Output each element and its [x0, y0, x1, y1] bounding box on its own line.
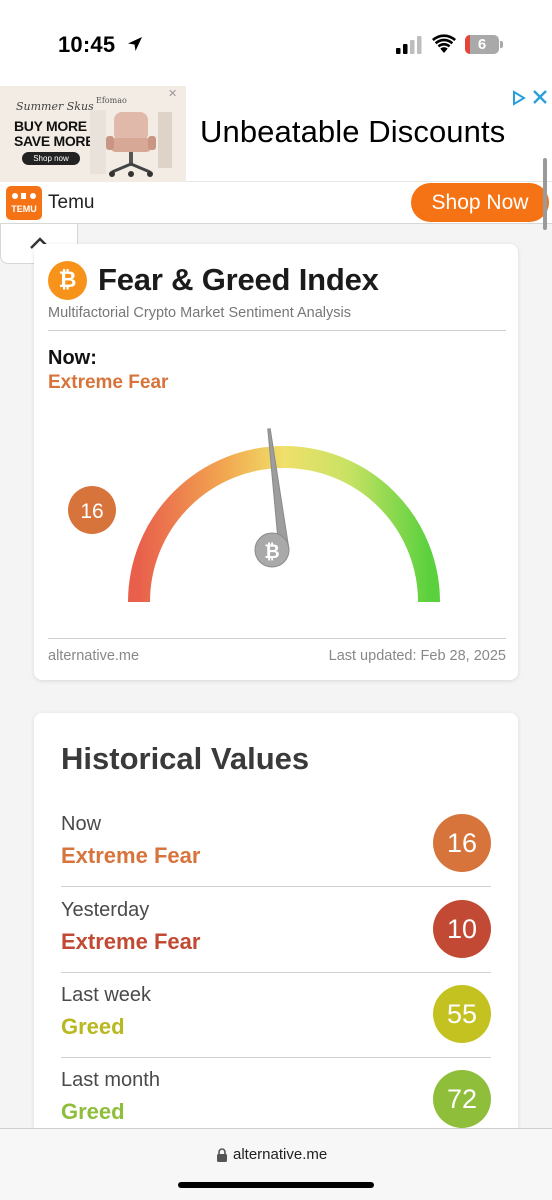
- history-classification: Extreme Fear: [61, 843, 201, 868]
- history-classification: Extreme Fear: [61, 929, 201, 954]
- ad-close-icon[interactable]: [532, 88, 548, 106]
- battery-level: 6: [477, 36, 487, 53]
- section-title: Historical Values: [61, 741, 310, 776]
- ad-image[interactable]: Summer Skus BUY MORE SAVE MORE Shop now …: [0, 86, 186, 182]
- browser-address-bar[interactable]: alternative.me: [0, 1128, 552, 1200]
- history-row-last-week: Last week Greed 55: [61, 972, 491, 1058]
- history-label: Last month: [61, 1069, 160, 1091]
- adchoices-icon[interactable]: [511, 90, 527, 106]
- advertiser-name: Temu: [48, 192, 95, 213]
- bitcoin-icon: ₿: [48, 261, 87, 300]
- temu-logo-text: TEMU: [11, 204, 37, 214]
- gauge-value: 16: [80, 500, 103, 523]
- history-row-yesterday: Yesterday Extreme Fear 10: [61, 887, 491, 973]
- history-label: Last week: [61, 984, 152, 1006]
- fear-greed-gauge: ₿ 16: [68, 428, 440, 603]
- scroll-indicator: [543, 158, 547, 230]
- historical-values-card: Historical Values Now Extreme Fear 16 Ye…: [34, 713, 518, 1143]
- ad-banner[interactable]: Summer Skus BUY MORE SAVE MORE Shop now …: [0, 86, 552, 182]
- lock-icon: [217, 1148, 227, 1162]
- ad-image-shop-button[interactable]: Shop now: [22, 152, 80, 165]
- needle-hub-symbol: ₿: [264, 541, 279, 563]
- location-arrow-icon: [128, 37, 142, 51]
- ad-brand-text: Efomao: [96, 96, 127, 105]
- url-text[interactable]: alternative.me: [233, 1146, 327, 1163]
- history-classification: Greed: [61, 1014, 125, 1039]
- history-value-badge: 16: [433, 814, 491, 872]
- battery-icon: 6: [465, 35, 503, 54]
- home-indicator[interactable]: [178, 1182, 374, 1188]
- ad-buy-more-text: BUY MORE: [14, 118, 87, 134]
- shop-now-button[interactable]: Shop Now: [411, 183, 549, 222]
- ad-image-close-icon[interactable]: ✕: [168, 87, 177, 100]
- ad-script-text: Summer Skus: [16, 100, 94, 113]
- ad-advertiser-bar[interactable]: TEMU Temu Shop Now: [0, 182, 552, 224]
- history-label: Yesterday: [61, 899, 150, 921]
- cellular-signal-icon: [396, 36, 422, 54]
- history-value-badge: 72: [433, 1070, 491, 1128]
- fear-greed-card: ₿ Fear & Greed Index Multifactorial Cryp…: [34, 244, 518, 680]
- source-site: alternative.me: [48, 648, 140, 664]
- history-value-badge: 55: [433, 985, 491, 1043]
- history-row-now: Now Extreme Fear 16: [61, 801, 491, 887]
- wifi-icon: [432, 34, 456, 53]
- card-title: Fear & Greed Index: [98, 262, 379, 297]
- divider: [48, 330, 506, 331]
- now-label: Now:: [48, 347, 97, 369]
- temu-logo: TEMU: [6, 186, 42, 220]
- clock: 10:45: [58, 32, 116, 57]
- office-chair-image: [90, 110, 172, 177]
- temu-logo-mark-icon: [12, 193, 36, 199]
- last-updated: Last updated: Feb 28, 2025: [328, 648, 506, 664]
- history-value-badge: 10: [433, 900, 491, 958]
- ad-headline[interactable]: Unbeatable Discounts: [200, 114, 505, 150]
- divider: [48, 638, 506, 639]
- ad-save-more-text: SAVE MORE: [14, 133, 95, 149]
- status-bar: 10:45 6: [0, 0, 552, 86]
- card-subtitle: Multifactorial Crypto Market Sentiment A…: [48, 305, 351, 321]
- history-label: Now: [61, 813, 102, 835]
- history-classification: Greed: [61, 1099, 125, 1124]
